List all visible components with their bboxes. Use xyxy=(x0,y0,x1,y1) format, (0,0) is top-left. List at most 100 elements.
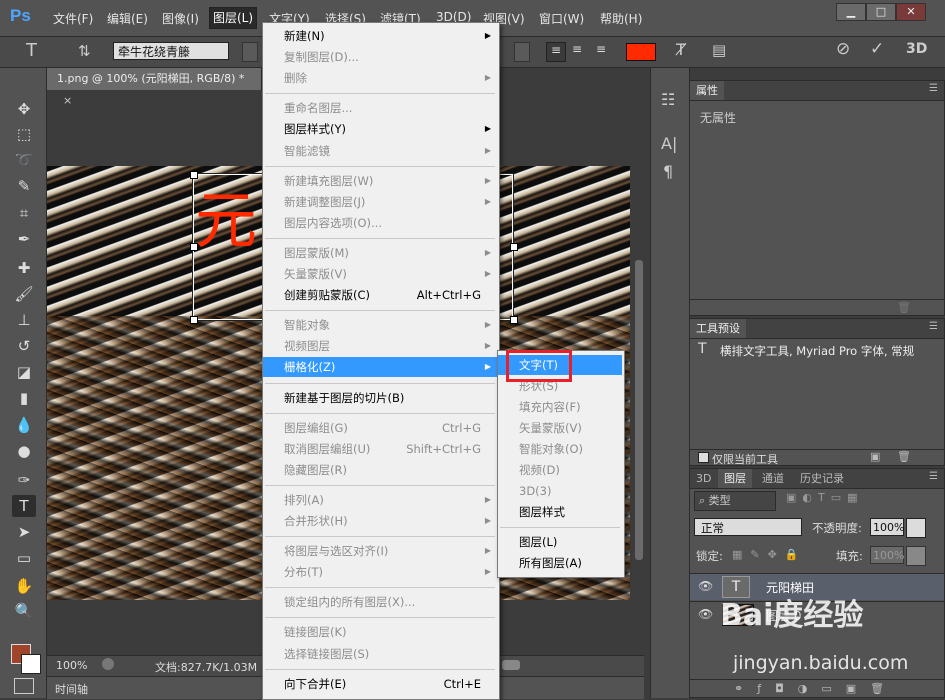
menu-item[interactable]: 锁定组内的所有图层(X)... xyxy=(263,592,497,612)
layer-filter-icons[interactable]: ▣◐T▭▦ xyxy=(786,491,864,504)
transform-handle[interactable] xyxy=(190,171,198,179)
align-center-icon[interactable]: ≡ xyxy=(572,42,582,56)
3d-icon[interactable]: 3D xyxy=(906,41,927,57)
trash-icon[interactable]: 🗑 xyxy=(897,450,911,463)
menu-item[interactable]: 3D(3) xyxy=(498,481,622,501)
antialias-select[interactable] xyxy=(514,42,530,62)
tab-tool-presets[interactable]: 工具预设 xyxy=(690,319,746,338)
move-tool-icon[interactable]: ✥ xyxy=(12,98,36,120)
menu-item[interactable]: 填充内容(F) xyxy=(498,397,622,417)
layers-footer-icons[interactable]: ⚭ƒ◘◑▭▣🗑 xyxy=(690,679,944,697)
menu-item[interactable]: 所有图层(A) xyxy=(498,553,622,573)
current-tool-checkbox[interactable] xyxy=(698,452,709,463)
fill-dropdown[interactable] xyxy=(906,546,926,566)
minimize-button[interactable]: ▁ xyxy=(836,3,866,21)
transform-handle[interactable] xyxy=(510,243,518,251)
scrollbar-thumb[interactable] xyxy=(635,260,643,560)
warp-text-icon[interactable]: Ⱦ xyxy=(676,40,686,59)
menu-item[interactable]: 取消图层编组(U) Shift+Ctrl+G xyxy=(263,439,497,459)
shape-tool-icon[interactable]: ▭ xyxy=(12,547,36,569)
menu-item[interactable]: 新建调整图层(J) ▶ xyxy=(263,192,497,212)
eye-icon[interactable]: 👁 xyxy=(698,579,713,593)
crop-tool-icon[interactable]: ⌗ xyxy=(12,202,36,224)
character-icon[interactable]: A| xyxy=(661,134,677,153)
status-info-icon[interactable] xyxy=(102,658,114,670)
document-tab[interactable]: 1.png @ 100% (元阳梯田, RGB/8) * × xyxy=(47,68,262,107)
menu-item[interactable]: 图层(L) xyxy=(498,532,622,552)
close-tab-icon[interactable]: × xyxy=(63,94,72,107)
font-family-select[interactable]: 牵牛花绕青籐 xyxy=(113,42,229,60)
menu-item[interactable]: 图层样式 xyxy=(498,502,622,522)
menu-item[interactable]: 视频图层 ▶ xyxy=(263,336,497,356)
menu-item[interactable]: 矢量蒙版(V) xyxy=(498,418,622,438)
menu-item[interactable]: 隐藏图层(R) xyxy=(263,460,497,480)
menu-layer[interactable]: 图层(L) xyxy=(208,7,258,29)
lasso-tool-icon[interactable]: ➰ xyxy=(12,149,36,171)
menu-item[interactable]: 链接图层(K) xyxy=(263,622,497,642)
opacity-dropdown[interactable] xyxy=(906,518,926,538)
menu-image[interactable]: 图像(I) xyxy=(159,10,202,28)
maximize-button[interactable]: □ xyxy=(866,3,896,21)
eraser-tool-icon[interactable]: ◪ xyxy=(12,361,36,383)
path-select-tool-icon[interactable]: ➤ xyxy=(12,521,36,543)
quick-mask-icon[interactable] xyxy=(14,678,34,694)
type-tool-icon[interactable]: T xyxy=(26,40,37,61)
fill-input[interactable]: 100% xyxy=(870,546,904,564)
menu-item[interactable]: 图层蒙版(M) ▶ xyxy=(263,243,497,263)
font-style-select[interactable] xyxy=(242,42,258,62)
menu-item[interactable]: 创建剪贴蒙版(C) Alt+Ctrl+G xyxy=(263,285,497,305)
menu-item[interactable]: 新建(N) ▶ xyxy=(263,26,497,46)
opacity-input[interactable]: 100% xyxy=(870,518,904,536)
vertical-scrollbar[interactable] xyxy=(634,90,644,655)
dodge-tool-icon[interactable]: ● xyxy=(12,440,36,462)
quick-select-tool-icon[interactable]: ✎ xyxy=(12,175,36,197)
menu-item[interactable]: 选择链接图层(S) xyxy=(263,644,497,664)
panel-menu-icon[interactable]: ☰ xyxy=(929,321,938,332)
menu-item[interactable]: 新建填充图层(W) ▶ xyxy=(263,171,497,191)
transform-handle[interactable] xyxy=(190,243,198,251)
menu-item[interactable]: 分布(T) ▶ xyxy=(263,562,497,582)
zoom-level[interactable]: 100% xyxy=(56,659,87,672)
zoom-tool-icon[interactable]: 🔍 xyxy=(12,600,36,622)
align-left-icon[interactable]: ≡ xyxy=(546,42,566,62)
pen-tool-icon[interactable]: ✑ xyxy=(12,469,36,491)
tab-properties[interactable]: 属性 xyxy=(690,81,724,100)
menu-item[interactable]: 新建基于图层的切片(B) xyxy=(263,388,497,408)
history-brush-tool-icon[interactable]: ↺ xyxy=(12,335,36,357)
text-orientation-icon[interactable]: ⇅ xyxy=(78,42,91,60)
menu-item[interactable]: 合并形状(H) ▶ xyxy=(263,511,497,531)
cancel-icon[interactable]: ⊘ xyxy=(836,39,850,59)
menu-item[interactable]: 栅格化(Z) ▶ xyxy=(263,357,497,378)
healing-tool-icon[interactable]: ✚ xyxy=(12,257,36,279)
menu-item[interactable]: 智能对象 ▶ xyxy=(263,315,497,335)
stamp-tool-icon[interactable]: ⊥ xyxy=(12,309,36,331)
menu-help[interactable]: 帮助(H) xyxy=(597,10,645,28)
background-color-swatch[interactable] xyxy=(21,654,41,674)
properties-icon[interactable]: ☷ xyxy=(661,90,675,109)
transform-handle[interactable] xyxy=(510,316,518,324)
paragraph-icon[interactable]: ¶ xyxy=(663,162,673,181)
tool-preset-item[interactable]: 横排文字工具, Myriad Pro 字体, 常规 xyxy=(720,343,942,359)
horizontal-scroll-thumb[interactable] xyxy=(502,660,520,670)
menu-item[interactable]: 删除 ▶ xyxy=(263,68,497,88)
menu-item[interactable]: 视频(D) xyxy=(498,460,622,480)
menu-item[interactable]: 矢量蒙版(V) ▶ xyxy=(263,264,497,284)
menu-file[interactable]: 文件(F) xyxy=(50,10,96,28)
blend-mode-select[interactable]: 正常 xyxy=(694,518,802,536)
blur-tool-icon[interactable]: 💧 xyxy=(12,414,36,436)
lock-icons[interactable]: ▦✎✥🔒 xyxy=(732,548,807,561)
panel-menu-icon[interactable]: ☰ xyxy=(929,83,938,94)
commit-icon[interactable]: ✓ xyxy=(870,39,884,59)
menu-item[interactable]: 复制图层(D)... xyxy=(263,47,497,67)
hand-tool-icon[interactable]: ✋ xyxy=(12,575,36,597)
new-preset-icon[interactable]: ▣ xyxy=(870,450,880,463)
menu-item[interactable]: 智能对象(O) xyxy=(498,439,622,459)
menu-item[interactable]: 将图层与选区对齐(I) ▶ xyxy=(263,541,497,561)
transform-handle[interactable] xyxy=(190,316,198,324)
brush-tool-icon[interactable]: 🖌 xyxy=(12,283,36,305)
text-color-swatch[interactable] xyxy=(626,43,656,61)
menu-item[interactable]: 重命名图层... xyxy=(263,98,497,118)
menu-edit[interactable]: 编辑(E) xyxy=(104,10,151,28)
close-button[interactable]: ✕ xyxy=(896,3,926,21)
tab-channels[interactable]: 通道 xyxy=(756,469,790,488)
